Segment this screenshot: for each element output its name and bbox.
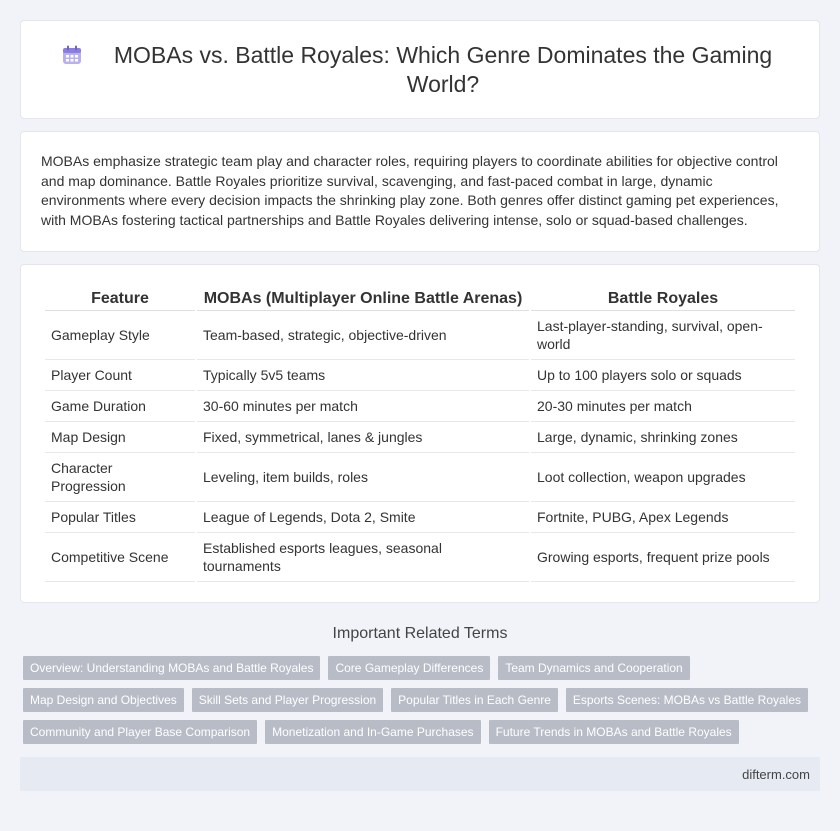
- mobas-cell: Leveling, item builds, roles: [197, 453, 529, 502]
- related-term-tag[interactable]: Future Trends in MOBAs and Battle Royale…: [488, 720, 739, 744]
- footer-site-link[interactable]: difterm.com: [742, 767, 810, 782]
- mobas-cell: 30-60 minutes per match: [197, 391, 529, 422]
- related-term-tag[interactable]: Core Gameplay Differences: [328, 656, 491, 680]
- related-term-tag[interactable]: Community and Player Base Comparison: [23, 720, 258, 744]
- battle-royales-cell: Up to 100 players solo or squads: [531, 360, 795, 391]
- table-row: Map Design Fixed, symmetrical, lanes & j…: [45, 422, 795, 453]
- intro-paragraph: MOBAs emphasize strategic team play and …: [41, 153, 779, 228]
- feature-cell: Popular Titles: [45, 502, 195, 533]
- mobas-cell: Established esports leagues, seasonal to…: [197, 533, 529, 582]
- page: MOBAs vs. Battle Royales: Which Genre Do…: [0, 0, 840, 791]
- footer: difterm.com: [20, 757, 820, 791]
- calendar-icon: [61, 44, 83, 66]
- related-terms-title: Important Related Terms: [332, 625, 508, 642]
- mobas-cell: League of Legends, Dota 2, Smite: [197, 502, 529, 533]
- battle-royales-cell: Growing esports, frequent prize pools: [531, 533, 795, 582]
- battle-royales-cell: Fortnite, PUBG, Apex Legends: [531, 502, 795, 533]
- table-row: Character Progression Leveling, item bui…: [45, 453, 795, 502]
- mobas-cell: Fixed, symmetrical, lanes & jungles: [197, 422, 529, 453]
- feature-cell: Game Duration: [45, 391, 195, 422]
- related-term-tag[interactable]: Esports Scenes: MOBAs vs Battle Royales: [565, 688, 809, 712]
- mobas-cell: Team-based, strategic, objective-driven: [197, 311, 529, 360]
- title-row: MOBAs vs. Battle Royales: Which Genre Do…: [61, 41, 779, 99]
- battle-royales-cell: Large, dynamic, shrinking zones: [531, 422, 795, 453]
- related-term-tag[interactable]: Overview: Understanding MOBAs and Battle…: [23, 656, 321, 680]
- related-term-tag[interactable]: Team Dynamics and Cooperation: [498, 656, 690, 680]
- table-row: Game Duration 30-60 minutes per match 20…: [45, 391, 795, 422]
- table-header-row: Feature MOBAs (Multiplayer Online Battle…: [45, 285, 795, 311]
- feature-cell: Character Progression: [45, 453, 195, 502]
- header-mobas: MOBAs (Multiplayer Online Battle Arenas): [197, 285, 529, 311]
- title-card: MOBAs vs. Battle Royales: Which Genre Do…: [20, 20, 820, 119]
- related-term-tag[interactable]: Skill Sets and Player Progression: [191, 688, 384, 712]
- mobas-cell: Typically 5v5 teams: [197, 360, 529, 391]
- table-row: Popular Titles League of Legends, Dota 2…: [45, 502, 795, 533]
- battle-royales-cell: Last-player-standing, survival, open-wor…: [531, 311, 795, 360]
- related-term-tag[interactable]: Monetization and In-Game Purchases: [265, 720, 481, 744]
- intro-card: MOBAs emphasize strategic team play and …: [20, 131, 820, 252]
- comparison-table: Feature MOBAs (Multiplayer Online Battle…: [43, 285, 797, 582]
- feature-cell: Competitive Scene: [45, 533, 195, 582]
- header-feature: Feature: [45, 285, 195, 311]
- page-title: MOBAs vs. Battle Royales: Which Genre Do…: [113, 41, 773, 97]
- related-term-tag[interactable]: Map Design and Objectives: [23, 688, 184, 712]
- feature-cell: Gameplay Style: [45, 311, 195, 360]
- feature-cell: Player Count: [45, 360, 195, 391]
- table-row: Gameplay Style Team-based, strategic, ob…: [45, 311, 795, 360]
- header-battle-royales: Battle Royales: [531, 285, 795, 311]
- table-row: Competitive Scene Established esports le…: [45, 533, 795, 582]
- table-row: Player Count Typically 5v5 teams Up to 1…: [45, 360, 795, 391]
- related-terms-list: Overview: Understanding MOBAs and Battle…: [20, 656, 820, 752]
- comparison-card: Feature MOBAs (Multiplayer Online Battle…: [20, 264, 820, 603]
- feature-cell: Map Design: [45, 422, 195, 453]
- battle-royales-cell: Loot collection, weapon upgrades: [531, 453, 795, 502]
- battle-royales-cell: 20-30 minutes per match: [531, 391, 795, 422]
- related-term-tag[interactable]: Popular Titles in Each Genre: [391, 688, 558, 712]
